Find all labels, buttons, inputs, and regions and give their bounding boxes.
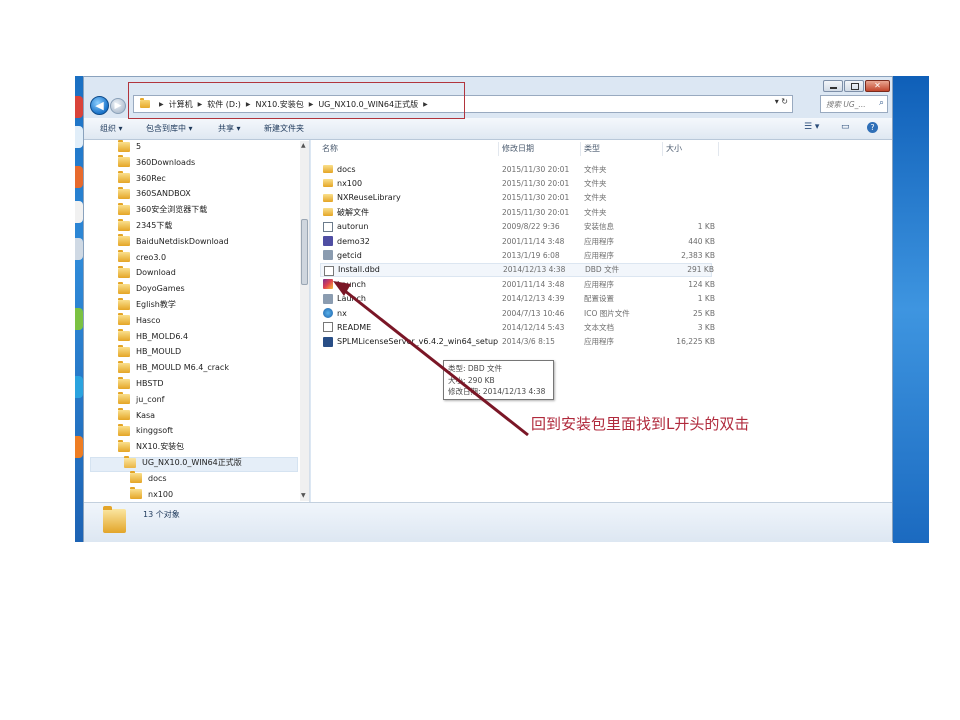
annotation-arrow xyxy=(333,281,529,437)
slide: ✕ ◀ ▶ ▶ 计算机 ▶ 软件 (D:) ▶ NX10.安装包 ▶ UG_NX… xyxy=(0,0,960,720)
arrow-shaft xyxy=(344,289,529,437)
annotation-text: 回到安装包里面找到L开头的双击 xyxy=(531,415,750,433)
